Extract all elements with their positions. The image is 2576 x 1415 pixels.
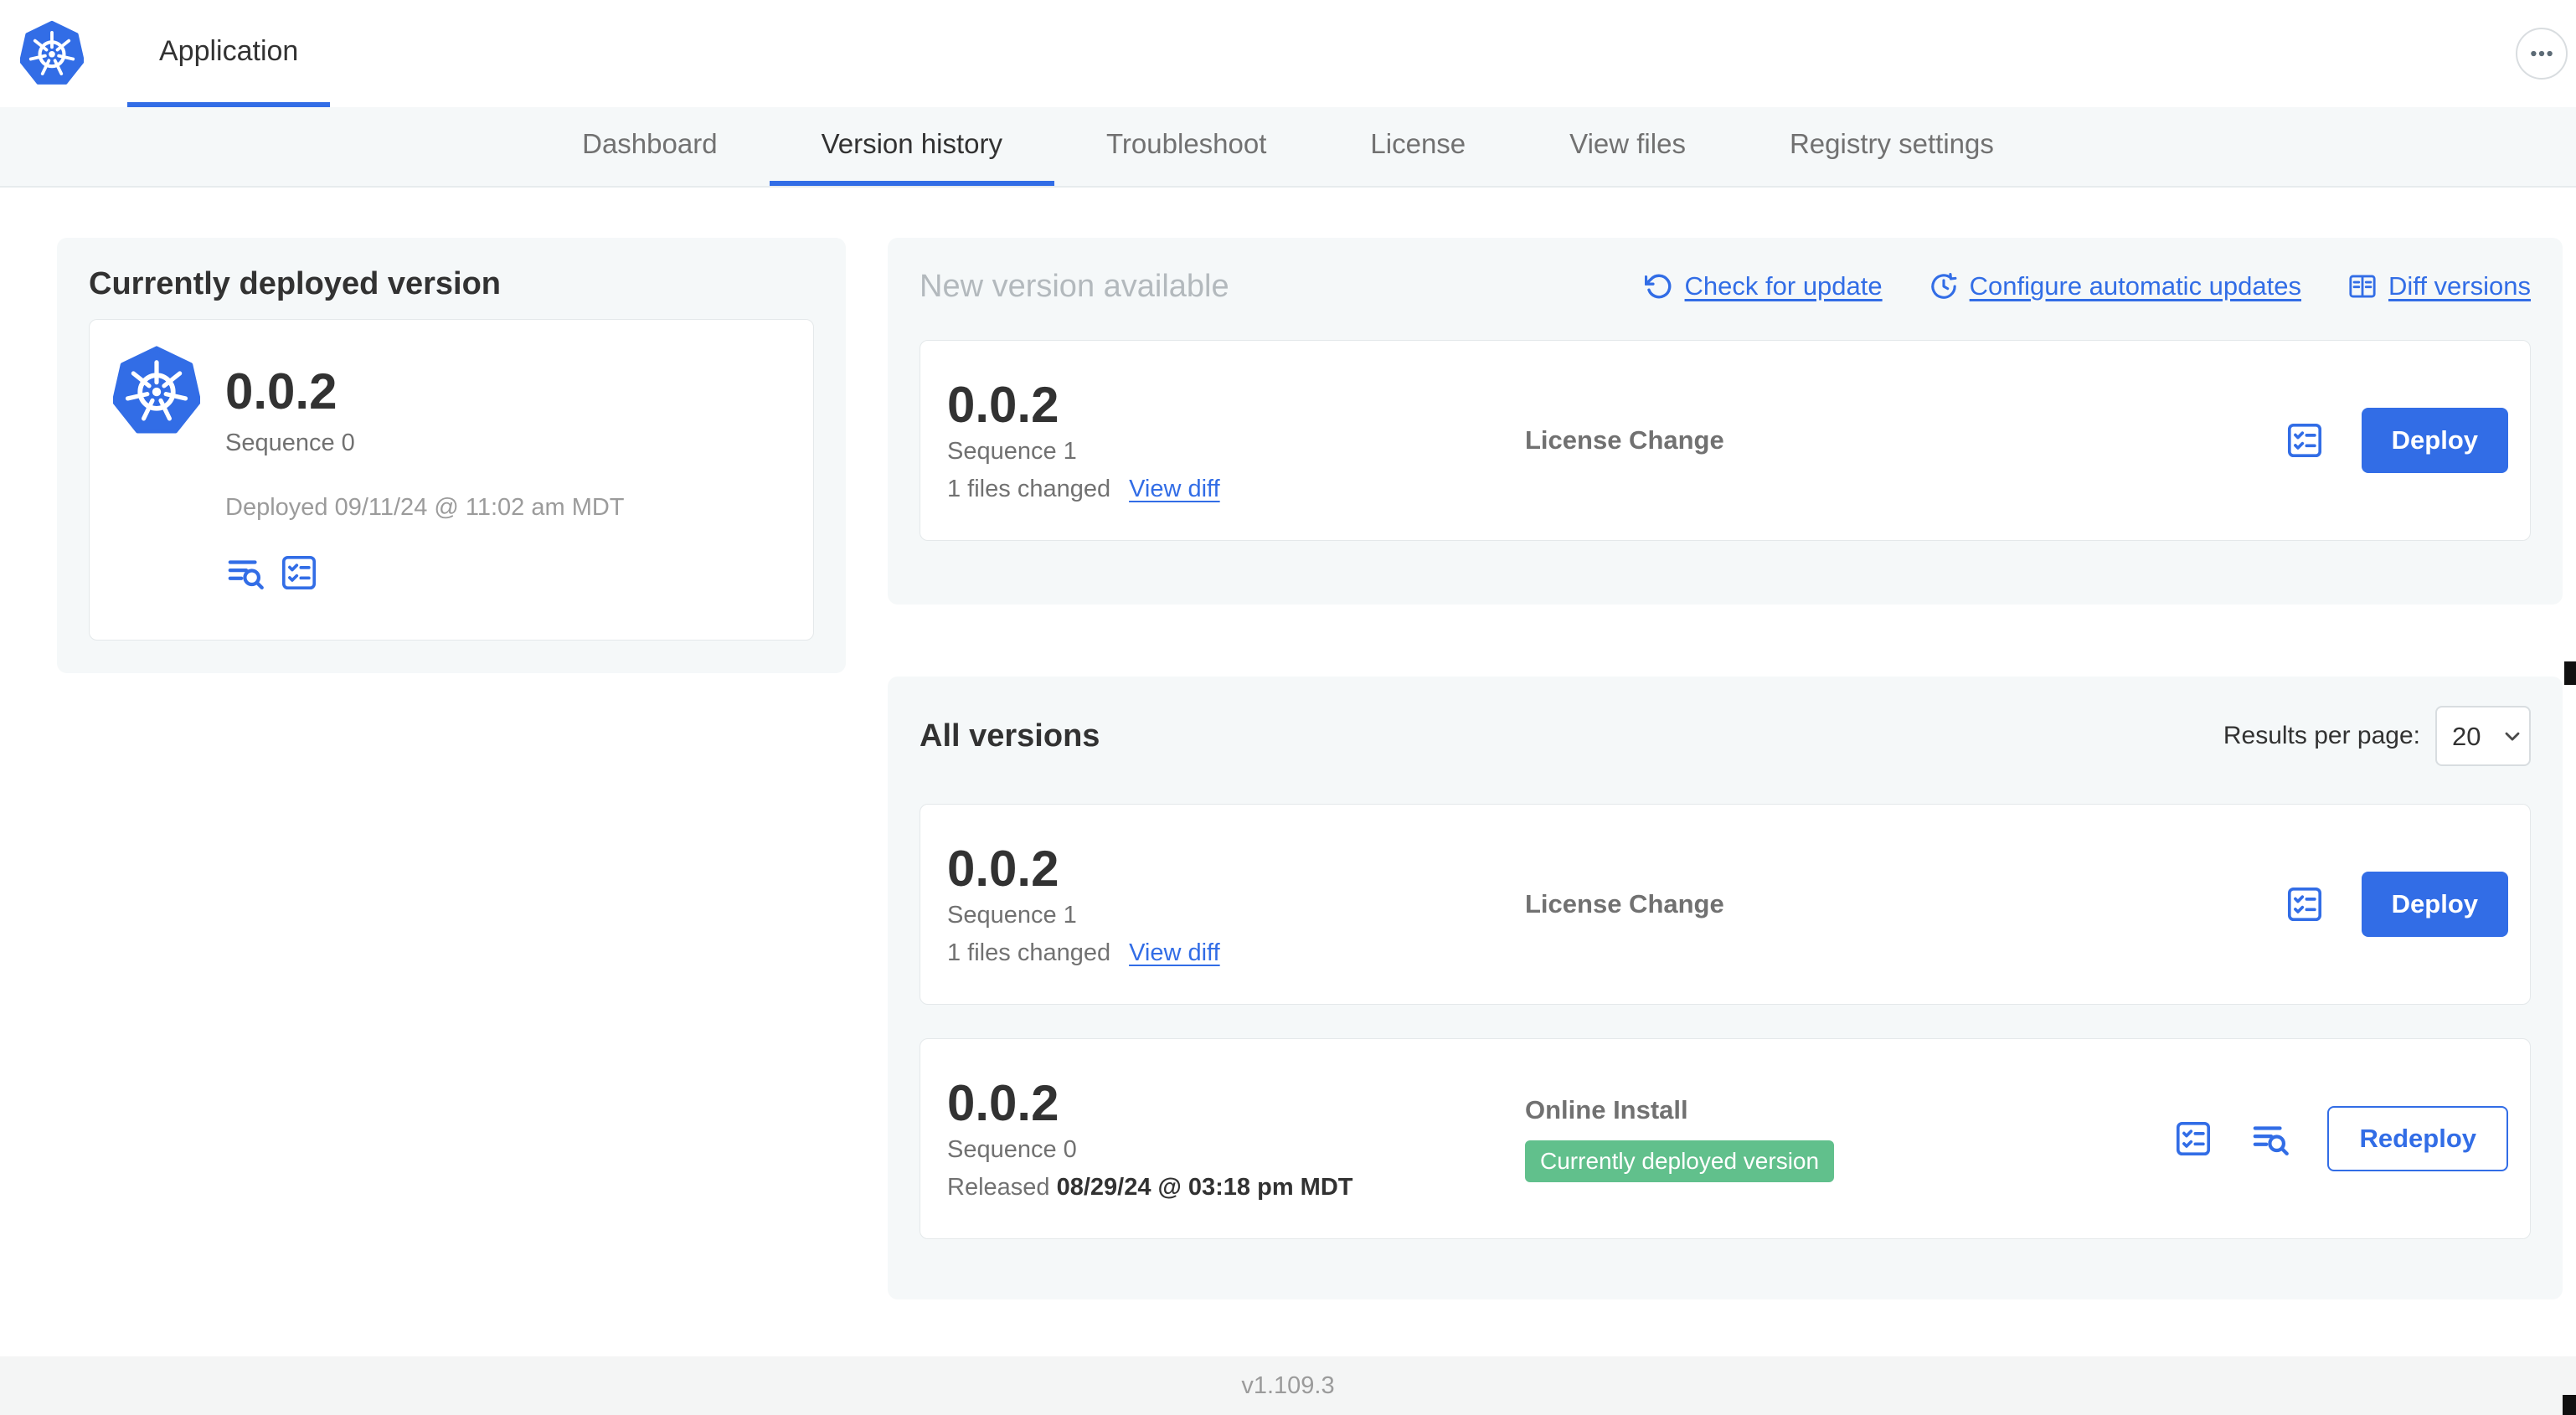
config-values-button[interactable] <box>2173 1119 2213 1158</box>
app-header: Application <box>0 0 2576 107</box>
release-notes-icon <box>228 560 264 589</box>
version-number: 0.0.2 <box>947 376 1059 433</box>
release-notes-button[interactable] <box>225 553 265 592</box>
new-version-actions: Check for update Configure automatic upd… <box>1644 271 2531 301</box>
version-info: 0.0.2 Sequence 1 1 files changed View di… <box>947 378 1525 503</box>
checklist-icon <box>2287 887 2321 922</box>
deploy-button[interactable]: Deploy <box>2361 408 2508 473</box>
currently-deployed-badge: Currently deployed version <box>1525 1140 1835 1182</box>
release-notes-button[interactable] <box>2250 1119 2290 1158</box>
all-versions-header: All versions Results per page: 20 <box>920 705 2531 767</box>
results-per-page-select[interactable]: 20 <box>2435 706 2531 766</box>
version-number: 0.0.2 <box>225 363 337 419</box>
deploy-button[interactable]: Deploy <box>2361 872 2508 937</box>
all-versions-title: All versions <box>920 718 1100 754</box>
version-source-block: Online Install Currently deployed versio… <box>1525 1095 2173 1182</box>
deployed-timestamp: Deployed 09/11/24 @ 11:02 am MDT <box>225 494 625 521</box>
tab-registry-settings[interactable]: Registry settings <box>1738 107 2046 186</box>
sequence-label: Sequence 1 <box>947 901 1077 929</box>
kubernetes-logo <box>113 345 225 457</box>
tab-troubleshoot[interactable]: Troubleshoot <box>1054 107 1318 186</box>
released-date: 08/29/24 @ 03:18 pm MDT <box>1056 1173 1353 1201</box>
diff-versions-label: Diff versions <box>2388 271 2531 301</box>
version-source-label: License Change <box>1525 889 1724 918</box>
config-values-button[interactable] <box>2285 885 2325 924</box>
new-version-card: New version available Check for update C… <box>888 238 2563 605</box>
redeploy-button[interactable]: Redeploy <box>2327 1106 2508 1171</box>
checklist-icon <box>2287 423 2321 458</box>
tab-version-history[interactable]: Version history <box>769 107 1054 186</box>
app-tab-label: Application <box>159 34 299 67</box>
version-row-actions: Redeploy <box>2173 1106 2508 1171</box>
files-changed-label: 1 files changed <box>947 475 1111 502</box>
sequence-label: Sequence 1 <box>947 437 1077 465</box>
files-changed-line: 1 files changed View diff <box>947 939 1525 967</box>
version-number: 0.0.2 <box>947 1074 1059 1131</box>
more-options-button[interactable] <box>2516 28 2568 80</box>
new-version-title: New version available <box>920 268 1229 304</box>
view-diff-link[interactable]: View diff <box>1129 476 1220 503</box>
kubernetes-logo-icon <box>20 20 84 85</box>
current-version-actions <box>225 553 790 592</box>
kubernetes-logo-icon <box>113 346 200 434</box>
checklist-icon <box>2177 1121 2211 1156</box>
version-row: 0.0.2 Sequence 0 Released 08/29/24 @ 03:… <box>920 1038 2531 1239</box>
currently-deployed-card: Currently deployed version 0.0.2 Sequenc… <box>57 238 846 673</box>
currently-deployed-title: Currently deployed version <box>89 266 502 301</box>
tab-application[interactable]: Application <box>127 0 331 107</box>
results-per-page: Results per page: 20 <box>2223 706 2531 766</box>
diff-versions-link[interactable]: Diff versions <box>2348 271 2531 301</box>
check-for-update-label: Check for update <box>1684 271 1883 301</box>
app-footer: v1.109.3 <box>0 1356 2576 1415</box>
version-source-label: License Change <box>1525 425 1724 455</box>
new-version-row: 0.0.2 Sequence 1 1 files changed View di… <box>920 340 2531 541</box>
clock-update-icon <box>1930 272 1957 299</box>
checklist-icon <box>281 555 317 590</box>
version-info: 0.0.2 Sequence 1 1 files changed View di… <box>947 842 1525 967</box>
tab-view-files[interactable]: View files <box>1517 107 1738 186</box>
files-changed-label: 1 files changed <box>947 939 1111 966</box>
sequence-label: Sequence 0 <box>225 430 355 456</box>
config-values-button[interactable] <box>279 553 319 592</box>
scrollbar-artifact <box>2563 1395 2576 1415</box>
view-diff-link[interactable]: View diff <box>1129 939 1220 967</box>
configure-automatic-updates-label: Configure automatic updates <box>1969 271 2301 301</box>
released-timestamp: Released 08/29/24 @ 03:18 pm MDT <box>947 1174 1525 1201</box>
version-row-actions: Deploy <box>2285 408 2508 473</box>
sequence-label: Sequence 0 <box>947 1135 1077 1163</box>
released-prefix: Released <box>947 1173 1050 1201</box>
version-source-label: Online Install <box>1525 1095 1688 1124</box>
tab-dashboard[interactable]: Dashboard <box>530 107 769 186</box>
diff-columns-icon <box>2349 275 2376 298</box>
console-version: v1.109.3 <box>1241 1371 1335 1399</box>
files-changed-line: 1 files changed View diff <box>947 476 1525 503</box>
version-row-actions: Deploy <box>2285 872 2508 937</box>
new-version-header: New version available Check for update C… <box>920 266 2531 306</box>
config-values-button[interactable] <box>2285 421 2325 460</box>
release-notes-icon <box>2254 1126 2290 1155</box>
version-info: 0.0.2 Sequence 0 Released 08/29/24 @ 03:… <box>947 1077 1525 1201</box>
version-row: 0.0.2 Sequence 1 1 files changed View di… <box>920 804 2531 1005</box>
current-version-panel: 0.0.2 Sequence 0 Deployed 09/11/24 @ 11:… <box>89 319 814 641</box>
tab-license[interactable]: License <box>1318 107 1517 186</box>
ellipsis-icon <box>2531 50 2553 57</box>
refresh-icon <box>1644 274 1671 299</box>
check-for-update-link[interactable]: Check for update <box>1644 271 1883 301</box>
app-subnav: Dashboard Version history Troubleshoot L… <box>0 107 2576 188</box>
scrollbar-artifact <box>2564 661 2576 685</box>
all-versions-card: All versions Results per page: 20 0.0.2 … <box>888 677 2563 1299</box>
kubernetes-logo <box>20 20 84 87</box>
results-per-page-label: Results per page: <box>2223 722 2420 749</box>
version-number: 0.0.2 <box>947 840 1059 897</box>
configure-automatic-updates-link[interactable]: Configure automatic updates <box>1929 271 2301 301</box>
